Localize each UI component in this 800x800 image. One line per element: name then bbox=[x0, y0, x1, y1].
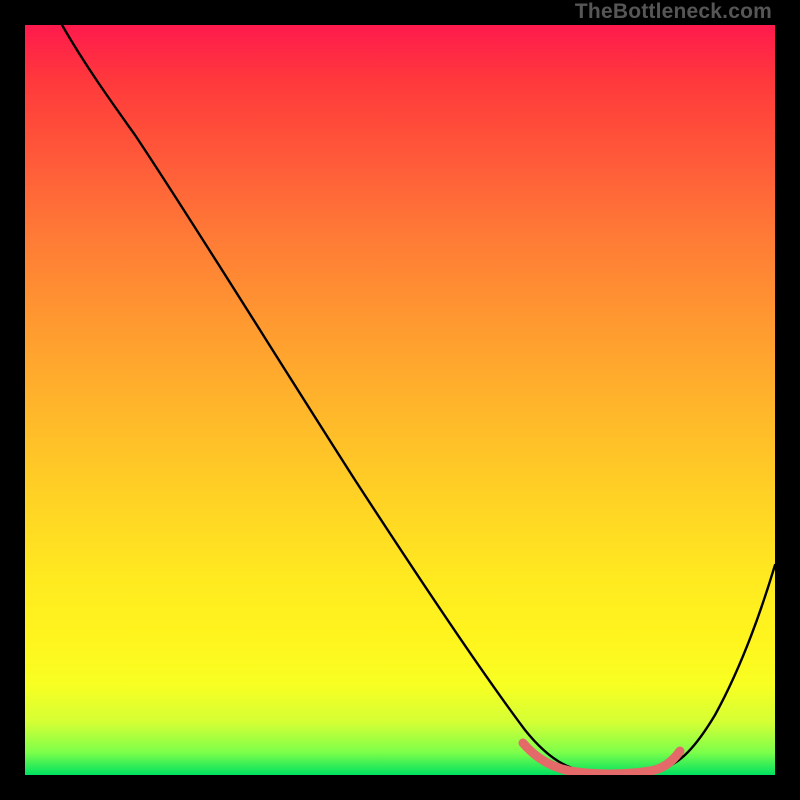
plot-area bbox=[25, 25, 775, 775]
curve-svg bbox=[25, 25, 775, 775]
highlight-minimum bbox=[523, 743, 680, 774]
chart-frame: TheBottleneck.com bbox=[0, 0, 800, 800]
watermark-text: TheBottleneck.com bbox=[575, 0, 772, 24]
bottleneck-curve bbox=[62, 25, 775, 772]
